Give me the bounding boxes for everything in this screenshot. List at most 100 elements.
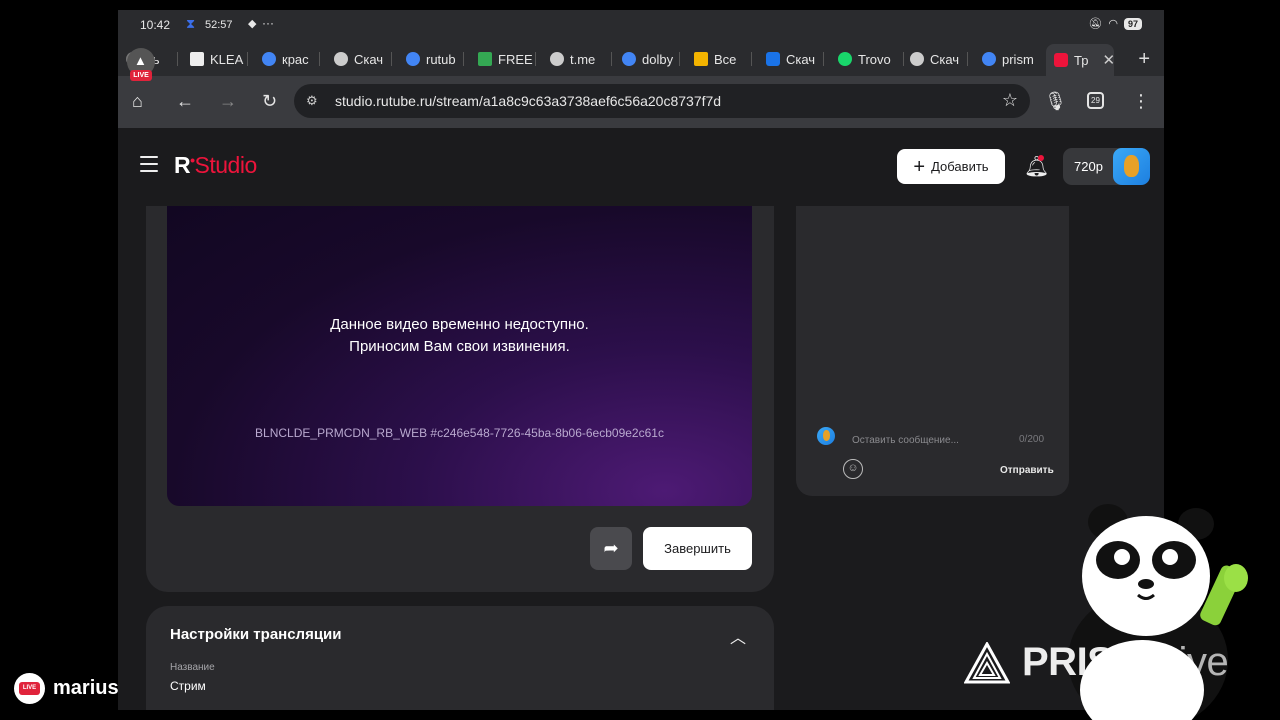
- tab-label: Скач: [930, 51, 960, 67]
- tab-9[interactable]: Скач: [766, 48, 824, 70]
- tab-label: dolby: [642, 51, 674, 67]
- close-icon[interactable]: ✕: [1102, 51, 1114, 69]
- tab-12[interactable]: prism: [982, 48, 1040, 70]
- hamburger-menu-icon[interactable]: [140, 156, 158, 177]
- tab-10[interactable]: Trovo: [838, 48, 904, 70]
- chat-message-input[interactable]: Оставить сообщение...: [852, 435, 959, 446]
- prism-triangle-icon: ▲: [134, 53, 147, 68]
- tab-label: t.me: [570, 51, 596, 67]
- browser-toolbar: ⌂ ← → ↻ ⚙︎ studio.rutube.ru/stream/a1a8c…: [118, 76, 1164, 128]
- prism-live-overlay-icon: ▲ LIVE: [127, 48, 155, 81]
- tab-label: FREE: [498, 51, 533, 67]
- tab-5[interactable]: FREE: [478, 48, 536, 70]
- tab-8[interactable]: Все: [694, 48, 752, 70]
- tab-label: prism: [1002, 51, 1034, 67]
- chat-avatar: [817, 427, 835, 445]
- forward-icon[interactable]: →: [219, 90, 237, 112]
- end-stream-button[interactable]: Завершить: [643, 527, 752, 570]
- hourglass-icon: ⧗: [186, 16, 196, 31]
- logo-r: R: [174, 152, 191, 178]
- notification-dot: [1038, 155, 1044, 161]
- tab-label: Все: [714, 51, 737, 67]
- tab-label: Скач: [786, 51, 816, 67]
- store-icon: [694, 52, 708, 66]
- chat-panel: Оставить сообщение... 0/200 ☺ Отправить: [796, 206, 1069, 496]
- panda-mascot-icon: [1068, 504, 1248, 720]
- tab-1[interactable]: KLEA: [190, 48, 248, 70]
- globe-icon: [334, 52, 348, 66]
- live-badge-small: LIVE: [19, 682, 40, 695]
- streamer-tag: LIVE marius: [14, 673, 119, 704]
- tab-6[interactable]: t.me: [550, 48, 612, 70]
- clock: 10:42: [140, 18, 171, 32]
- live-badge: LIVE: [130, 70, 152, 81]
- rutube-icon: [1054, 53, 1068, 67]
- quality-label: 720p: [1074, 159, 1103, 174]
- free-icon: [478, 52, 492, 66]
- app-header: R•Studio + Добавить 🔔︎ 720p: [118, 128, 1164, 206]
- check-icon: [766, 52, 780, 66]
- prism-live-watermark: PRISM Live: [964, 640, 1229, 685]
- stream-name-value[interactable]: Стрим: [170, 679, 206, 693]
- tab-11[interactable]: Скач: [910, 48, 968, 70]
- chevron-up-icon[interactable]: ︿: [730, 624, 746, 648]
- add-button[interactable]: + Добавить: [897, 149, 1005, 184]
- emoji-icon[interactable]: ☺: [843, 459, 863, 479]
- chat-char-counter: 0/200: [1019, 434, 1045, 445]
- share-button[interactable]: ➦: [590, 527, 632, 570]
- profile-quality-button[interactable]: 720p: [1063, 148, 1150, 185]
- tab-switcher-button[interactable]: 29: [1087, 92, 1104, 109]
- tab-label: KLEA: [210, 51, 244, 67]
- prism-logo-icon: [964, 641, 1010, 683]
- tab-4[interactable]: rutub: [406, 48, 464, 70]
- globe-icon: [910, 52, 924, 66]
- send-button[interactable]: Отправить: [1000, 465, 1054, 476]
- tab-13-active[interactable]: Тр ✕: [1046, 44, 1114, 76]
- tab-2[interactable]: крас: [262, 48, 320, 70]
- reload-icon[interactable]: ↻: [262, 90, 277, 112]
- telegram-icon: [550, 52, 564, 66]
- live-indicator: LIVE: [14, 673, 45, 704]
- prism-brand: PRISM: [1022, 640, 1147, 684]
- video-player[interactable]: Данное видео временно недоступно. Принос…: [167, 206, 752, 506]
- bell-icon[interactable]: 🔔︎: [1024, 154, 1049, 179]
- stream-name-label: Название: [170, 662, 215, 673]
- unavailable-message: Данное видео временно недоступно.: [330, 316, 589, 333]
- google-icon: [622, 52, 636, 66]
- apology-message: Приносим Вам свои извинения.: [349, 338, 570, 355]
- mute-icon: 🔕︎: [1088, 18, 1103, 30]
- share-icon: ➦: [603, 538, 619, 558]
- google-icon: [406, 52, 420, 66]
- add-button-label: Добавить: [931, 159, 989, 174]
- prism-brand-live: Live: [1156, 640, 1229, 684]
- settings-title: Настройки трансляции: [170, 626, 342, 643]
- error-code: BLNCLDE_PRMCDN_RB_WEB #c246e548-7726-45b…: [255, 426, 664, 440]
- tab-strip: чь KLEA крас Скач rutub FREE t.me dolby …: [118, 40, 1164, 76]
- new-tab-icon[interactable]: +: [1138, 48, 1150, 71]
- tab-3[interactable]: Скач: [334, 48, 392, 70]
- browser-window: 10:42 ⧗ 52:57 ◆ ··· 🔕︎ ◠ 97 чь KLEA крас…: [118, 10, 1164, 710]
- home-icon[interactable]: ⌂: [132, 90, 143, 112]
- microphone-icon[interactable]: 🎙︎: [1044, 90, 1067, 112]
- wifi-icon: ◠: [1108, 18, 1118, 30]
- stream-settings-card: Настройки трансляции ︿ Название Стрим: [146, 606, 774, 710]
- rstudio-logo[interactable]: R•Studio: [174, 152, 257, 179]
- stream-player-card: Данное видео временно недоступно. Принос…: [146, 206, 774, 592]
- tab-label: крас: [282, 51, 309, 67]
- avatar[interactable]: [1113, 148, 1150, 185]
- stream-timer: 52:57: [205, 19, 233, 31]
- system-icons: 🔕︎ ◠ 97: [1088, 17, 1142, 30]
- tab-favicon-1: [190, 52, 204, 66]
- more-menu-icon[interactable]: ⋮: [1132, 90, 1150, 112]
- tab-7[interactable]: dolby: [622, 48, 680, 70]
- site-settings-icon[interactable]: ⚙︎: [306, 93, 318, 109]
- tab-label: Тр: [1074, 52, 1089, 68]
- url-text[interactable]: studio.rutube.ru/stream/a1a8c9c63a3738ae…: [335, 93, 721, 109]
- bookmark-star-icon[interactable]: ☆: [1002, 90, 1018, 111]
- notification-icon: ◆: [248, 18, 257, 30]
- tab-label: Trovo: [858, 51, 891, 67]
- google-icon: [262, 52, 276, 66]
- tab-label: rutub: [426, 51, 456, 67]
- address-bar[interactable]: ⚙︎ studio.rutube.ru/stream/a1a8c9c63a373…: [294, 84, 1030, 118]
- back-icon[interactable]: ←: [176, 90, 194, 112]
